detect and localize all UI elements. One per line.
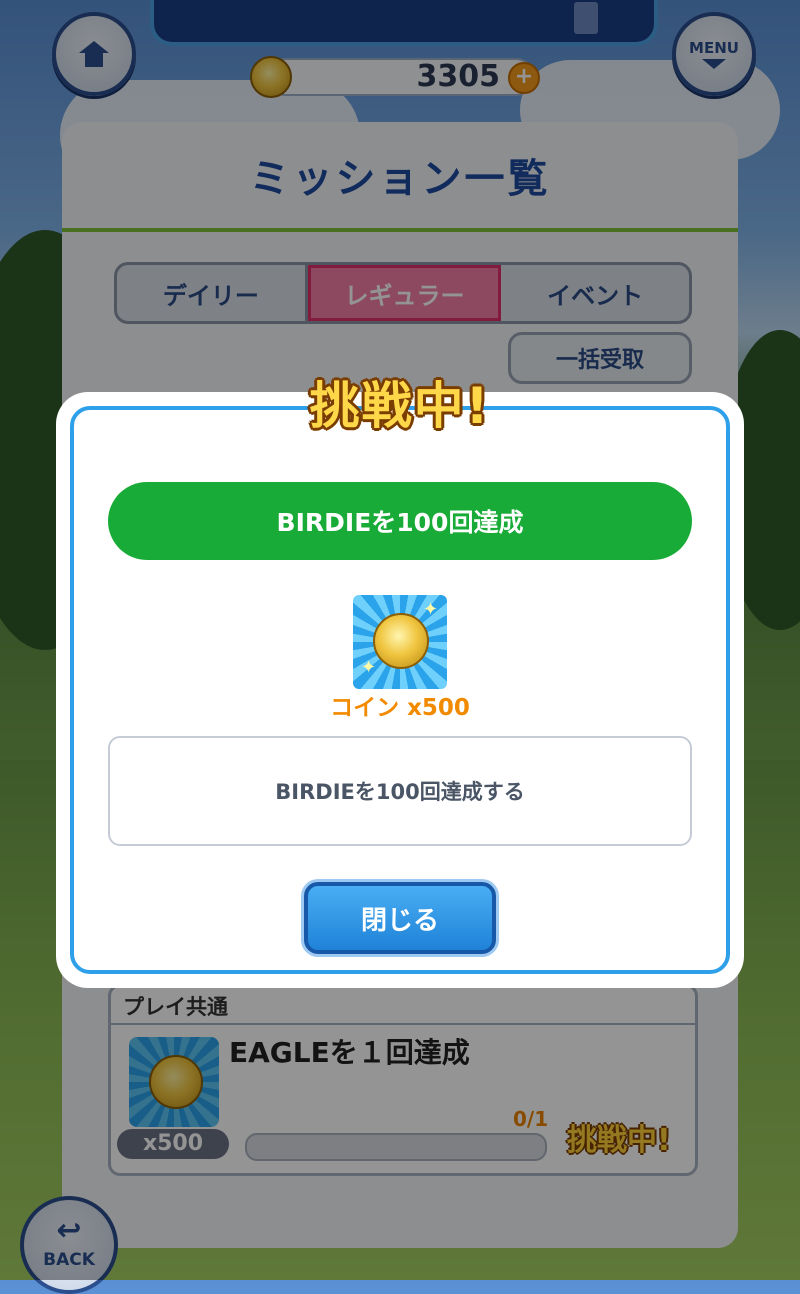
coin-reward-icon: ✦ ✦ (353, 595, 447, 689)
reward-label: コイン x500 (330, 695, 470, 721)
mission-description: BIRDIEを100回達成する (108, 736, 692, 846)
mission-name-banner: BIRDIEを100回達成 (108, 482, 692, 560)
dialog-title: 挑戦中! (309, 377, 491, 435)
coin-icon (373, 613, 429, 669)
sparkle-icon: ✦ (423, 599, 439, 620)
close-button[interactable]: 閉じる (304, 882, 496, 954)
sparkle-icon: ✦ (361, 657, 377, 678)
